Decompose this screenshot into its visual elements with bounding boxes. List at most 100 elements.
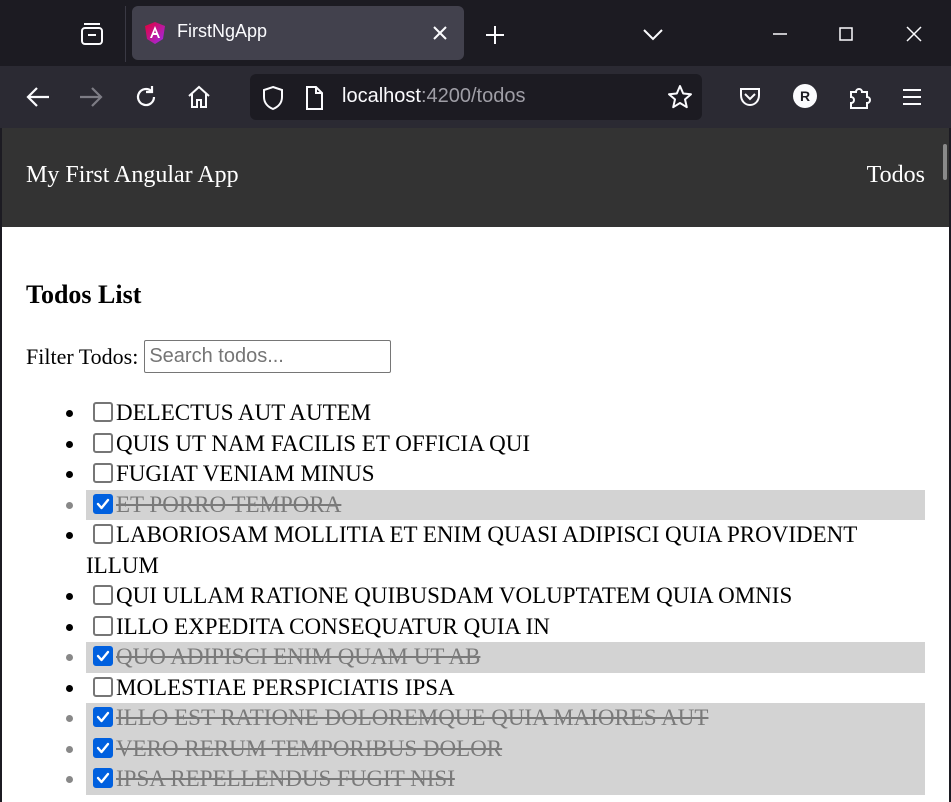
todo-text: DELECTUS AUT AUTEM [116, 400, 372, 425]
url-host: localhost [342, 85, 421, 107]
list-bullet [66, 776, 73, 783]
todo-item: QUO ADIPISCI ENIM QUAM UT AB [66, 642, 925, 673]
list-all-tabs-button[interactable] [636, 18, 670, 52]
todo-checkbox[interactable] [93, 707, 113, 727]
account-avatar[interactable]: R [793, 84, 817, 108]
home-icon [188, 85, 210, 108]
app-title: My First Angular App [26, 162, 239, 188]
todo-item: ET PORRO TEMPORA [66, 489, 925, 520]
chevron-down-icon [643, 29, 663, 41]
puzzle-icon [850, 88, 871, 109]
list-bullet [66, 532, 73, 539]
extensions-button[interactable] [840, 78, 878, 116]
home-button[interactable] [180, 78, 218, 116]
todo-text: ET PORRO TEMPORA [116, 491, 342, 517]
todo-item: FUGIAT VENIAM MINUS [66, 459, 925, 490]
search-input[interactable] [144, 340, 392, 373]
todo-checkbox[interactable] [93, 646, 113, 666]
maximize-icon [839, 27, 853, 41]
back-button[interactable] [19, 78, 57, 116]
list-bullet [66, 471, 73, 478]
firefox-view-icon [81, 23, 103, 45]
todo-text: ILLO EXPEDITA CONSEQUATUR QUIA IN [116, 613, 550, 639]
angular-icon [145, 22, 165, 44]
scrollbar-thumb[interactable] [943, 144, 947, 180]
firefox-view-button[interactable] [62, 8, 122, 60]
plus-icon [486, 26, 504, 44]
todo-checkbox[interactable] [93, 768, 113, 788]
close-icon [906, 26, 922, 42]
todo-item: LABORIOSAM MOLLITIA ET ENIM QUASI ADIPIS… [66, 520, 925, 581]
tab-firstngapp[interactable]: FirstNgApp [132, 6, 464, 60]
todo-text: IPSA REPELLENDUS FUGIT NISI [116, 766, 455, 791]
page-info-icon[interactable] [302, 85, 326, 111]
forward-button[interactable] [72, 78, 110, 116]
todo-text: ILLO EST RATIONE DOLOREMQUE QUIA MAIORES… [116, 705, 709, 730]
pocket-button[interactable] [731, 78, 769, 116]
filter-label: Filter Todos: [26, 343, 139, 369]
checkmark-icon [96, 498, 110, 509]
todo-item: ILLO EXPEDITA CONSEQUATUR QUIA IN [66, 612, 925, 643]
todo-checkbox[interactable] [93, 676, 113, 697]
navigation-toolbar: localhost:4200/todos R [0, 66, 951, 128]
todo-checkbox[interactable] [93, 432, 113, 453]
list-bullet [66, 715, 73, 722]
checkmark-icon [96, 772, 110, 784]
todo-text: FUGIAT VENIAM MINUS [116, 461, 375, 486]
page-title: Todos List [26, 280, 142, 309]
tab-title: FirstNgApp [177, 21, 268, 41]
todo-text: VERO RERUM TEMPORIBUS DOLOR [116, 735, 503, 761]
todo-checkbox[interactable] [93, 463, 113, 483]
todo-checkbox[interactable] [93, 615, 113, 636]
todo-item: ILLO EST RATIONE DOLOREMQUE QUIA MAIORES… [66, 703, 925, 734]
list-bullet [66, 410, 73, 417]
list-bullet [66, 440, 73, 448]
list-bullet [66, 745, 73, 753]
todo-text: LABORIOSAM MOLLITIA ET ENIM QUASI ADIPIS… [86, 522, 857, 578]
list-bullet [66, 593, 73, 600]
todo-text: QUIS UT NAM FACILIS ET OFFICIA QUI [116, 430, 531, 456]
todo-item: DELECTUS AUT AUTEM [66, 398, 925, 429]
arrow-left-icon [26, 87, 49, 107]
tab-separator [125, 6, 126, 62]
close-window-button[interactable] [894, 16, 934, 52]
page-viewport: My First Angular App Todos Todos List Fi… [2, 128, 949, 802]
arrow-right-icon [80, 87, 103, 107]
checkmark-icon [96, 711, 110, 723]
new-tab-button[interactable] [478, 18, 512, 52]
todo-item: VERO RERUM TEMPORIBUS DOLOR [66, 733, 925, 764]
checkmark-icon [96, 742, 110, 753]
url-text: localhost:4200/todos [342, 85, 525, 108]
shield-icon[interactable] [260, 85, 286, 111]
close-tab-icon[interactable] [430, 23, 450, 43]
list-bullet [66, 654, 73, 661]
filter-row: Filter Todos: [26, 340, 392, 373]
list-bullet [66, 684, 73, 692]
todo-checkbox[interactable] [93, 737, 113, 758]
todo-item: QUI ULLAM RATIONE QUIBUSDAM VOLUPTATEM Q… [66, 581, 925, 612]
pocket-icon [740, 88, 760, 107]
nav-link-todos[interactable]: Todos [867, 162, 925, 189]
todo-text: QUO ADIPISCI ENIM QUAM UT AB [116, 644, 481, 669]
maximize-button[interactable] [826, 16, 866, 52]
reload-button[interactable] [127, 78, 165, 116]
todo-checkbox[interactable] [93, 585, 113, 605]
menu-button[interactable] [893, 78, 931, 116]
todo-item: IPSA REPELLENDUS FUGIT NISI [66, 764, 925, 795]
todo-text: MOLESTIAE PERSPICIATIS IPSA [116, 674, 455, 700]
reload-icon [136, 86, 156, 107]
address-bar[interactable]: localhost:4200/todos [250, 74, 702, 120]
app-header: My First Angular App Todos [2, 128, 949, 227]
star-icon[interactable] [666, 83, 694, 111]
minimize-button[interactable] [760, 16, 800, 52]
todo-checkbox[interactable] [93, 493, 113, 514]
url-path: :4200/todos [420, 85, 526, 107]
todo-checkbox[interactable] [93, 402, 113, 422]
todo-checkbox[interactable] [93, 524, 113, 544]
todo-item: MOLESTIAE PERSPICIATIS IPSA [66, 673, 925, 704]
todo-item: QUIS UT NAM FACILIS ET OFFICIA QUI [66, 429, 925, 460]
checkmark-icon [96, 650, 110, 662]
todo-text: QUI ULLAM RATIONE QUIBUSDAM VOLUPTATEM Q… [116, 583, 793, 608]
minimize-icon [773, 33, 787, 35]
list-bullet [66, 623, 73, 631]
